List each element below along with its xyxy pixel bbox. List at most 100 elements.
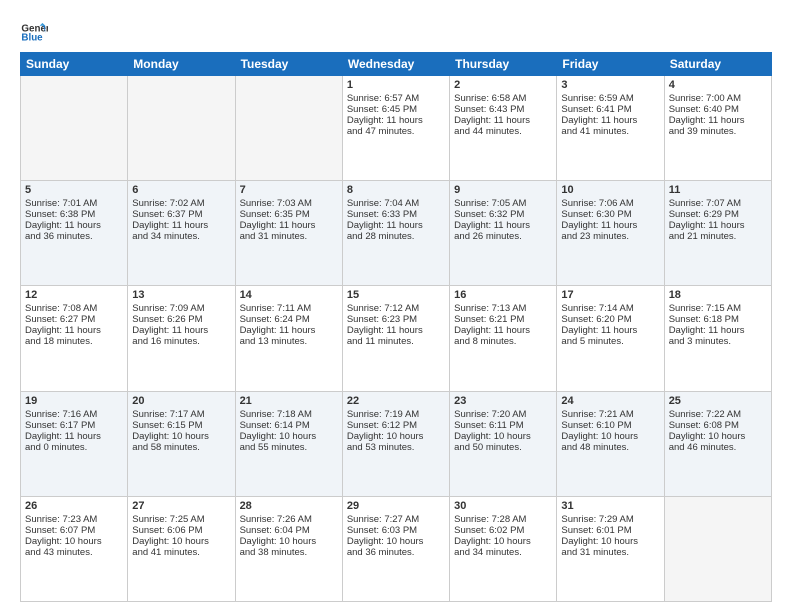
day-info-line: Daylight: 11 hours bbox=[669, 220, 767, 231]
day-header-wednesday: Wednesday bbox=[342, 53, 449, 76]
day-cell: 7Sunrise: 7:03 AMSunset: 6:35 PMDaylight… bbox=[235, 181, 342, 286]
day-number: 21 bbox=[240, 395, 338, 407]
day-info-line: Daylight: 10 hours bbox=[240, 431, 338, 442]
day-info-line: Sunrise: 7:14 AM bbox=[561, 303, 659, 314]
day-cell: 24Sunrise: 7:21 AMSunset: 6:10 PMDayligh… bbox=[557, 391, 664, 496]
logo: General Blue bbox=[20, 16, 48, 44]
day-header-friday: Friday bbox=[557, 53, 664, 76]
day-info-line: Sunrise: 7:26 AM bbox=[240, 514, 338, 525]
day-cell: 13Sunrise: 7:09 AMSunset: 6:26 PMDayligh… bbox=[128, 286, 235, 391]
day-info-line: Daylight: 10 hours bbox=[669, 431, 767, 442]
day-info-line: Sunset: 6:02 PM bbox=[454, 525, 552, 536]
day-info-line: Sunset: 6:20 PM bbox=[561, 314, 659, 325]
day-info-line: Sunrise: 7:07 AM bbox=[669, 198, 767, 209]
day-info-line: Sunset: 6:06 PM bbox=[132, 525, 230, 536]
day-info-line: Sunrise: 7:29 AM bbox=[561, 514, 659, 525]
day-number: 8 bbox=[347, 184, 445, 196]
day-info-line: and 36 minutes. bbox=[25, 231, 123, 242]
day-info-line: Sunset: 6:32 PM bbox=[454, 209, 552, 220]
day-number: 29 bbox=[347, 500, 445, 512]
day-info-line: and 21 minutes. bbox=[669, 231, 767, 242]
day-info-line: and 44 minutes. bbox=[454, 126, 552, 137]
day-cell: 20Sunrise: 7:17 AMSunset: 6:15 PMDayligh… bbox=[128, 391, 235, 496]
day-number: 1 bbox=[347, 79, 445, 91]
day-number: 2 bbox=[454, 79, 552, 91]
day-info-line: Sunrise: 7:23 AM bbox=[25, 514, 123, 525]
day-number: 9 bbox=[454, 184, 552, 196]
day-info-line: Sunrise: 7:04 AM bbox=[347, 198, 445, 209]
day-info-line: Sunrise: 7:19 AM bbox=[347, 409, 445, 420]
day-info-line: Daylight: 10 hours bbox=[132, 536, 230, 547]
day-info-line: and 48 minutes. bbox=[561, 442, 659, 453]
day-cell: 4Sunrise: 7:00 AMSunset: 6:40 PMDaylight… bbox=[664, 76, 771, 181]
day-info-line: Sunrise: 7:08 AM bbox=[25, 303, 123, 314]
day-info-line: Daylight: 11 hours bbox=[347, 325, 445, 336]
day-header-monday: Monday bbox=[128, 53, 235, 76]
day-info-line: Daylight: 11 hours bbox=[669, 325, 767, 336]
day-cell: 12Sunrise: 7:08 AMSunset: 6:27 PMDayligh… bbox=[21, 286, 128, 391]
day-info-line: Sunset: 6:41 PM bbox=[561, 104, 659, 115]
day-info-line: Sunrise: 7:13 AM bbox=[454, 303, 552, 314]
day-cell: 27 Sunrise: 7:25 AMSunset: 6:06 PMDayligh… bbox=[128, 496, 235, 601]
day-info-line: Daylight: 10 hours bbox=[561, 536, 659, 547]
day-cell: 31Sunrise: 7:29 AMSunset: 6:01 PMDayligh… bbox=[557, 496, 664, 601]
day-number: 14 bbox=[240, 289, 338, 301]
day-info-line: and 18 minutes. bbox=[25, 336, 123, 347]
day-info-line: Sunrise: 7:18 AM bbox=[240, 409, 338, 420]
day-info-line: and 34 minutes. bbox=[132, 231, 230, 242]
day-number: 4 bbox=[669, 79, 767, 91]
day-info-line: Daylight: 11 hours bbox=[561, 220, 659, 231]
day-info-line: and 46 minutes. bbox=[669, 442, 767, 453]
day-info-line: Sunset: 6:04 PM bbox=[240, 525, 338, 536]
day-info-line: Sunrise: 7:27 AM bbox=[347, 514, 445, 525]
day-info-line: Sunset: 6:23 PM bbox=[347, 314, 445, 325]
day-info-line: Daylight: 10 hours bbox=[454, 431, 552, 442]
day-cell: 28 Sunrise: 7:26 AMSunset: 6:04 PMDayligh… bbox=[235, 496, 342, 601]
day-info-line: and 16 minutes. bbox=[132, 336, 230, 347]
day-cell: 11Sunrise: 7:07 AMSunset: 6:29 PMDayligh… bbox=[664, 181, 771, 286]
day-number: 28 bbox=[240, 500, 338, 512]
day-number: 27 bbox=[132, 500, 230, 512]
day-info-line: and 50 minutes. bbox=[454, 442, 552, 453]
day-info-line: Sunset: 6:26 PM bbox=[132, 314, 230, 325]
day-header-sunday: Sunday bbox=[21, 53, 128, 76]
day-info-line: Sunrise: 7:11 AM bbox=[240, 303, 338, 314]
day-info-line: and 34 minutes. bbox=[454, 547, 552, 558]
day-info-line: Sunrise: 7:21 AM bbox=[561, 409, 659, 420]
day-info-line: Sunset: 6:21 PM bbox=[454, 314, 552, 325]
day-header-tuesday: Tuesday bbox=[235, 53, 342, 76]
day-info-line: Sunset: 6:35 PM bbox=[240, 209, 338, 220]
day-info-line: and 0 minutes. bbox=[25, 442, 123, 453]
day-cell: 5Sunrise: 7:01 AMSunset: 6:38 PMDaylight… bbox=[21, 181, 128, 286]
day-info-line: and 26 minutes. bbox=[454, 231, 552, 242]
day-cell bbox=[21, 76, 128, 181]
day-number: 16 bbox=[454, 289, 552, 301]
day-info-line: Sunset: 6:38 PM bbox=[25, 209, 123, 220]
day-cell bbox=[235, 76, 342, 181]
day-info-line: Daylight: 10 hours bbox=[347, 431, 445, 442]
day-cell: 8Sunrise: 7:04 AMSunset: 6:33 PMDaylight… bbox=[342, 181, 449, 286]
day-info-line: Sunrise: 7:28 AM bbox=[454, 514, 552, 525]
day-number: 24 bbox=[561, 395, 659, 407]
day-cell: 19Sunrise: 7:16 AMSunset: 6:17 PMDayligh… bbox=[21, 391, 128, 496]
day-info-line: Daylight: 11 hours bbox=[454, 220, 552, 231]
day-info-line: Sunrise: 7:16 AM bbox=[25, 409, 123, 420]
day-info-line: Daylight: 10 hours bbox=[132, 431, 230, 442]
day-info-line: Sunrise: 7:09 AM bbox=[132, 303, 230, 314]
day-info-line: Sunset: 6:30 PM bbox=[561, 209, 659, 220]
day-info-line: Sunrise: 7:05 AM bbox=[454, 198, 552, 209]
day-info-line: and 5 minutes. bbox=[561, 336, 659, 347]
day-cell: 26Sunrise: 7:23 AMSunset: 6:07 PMDayligh… bbox=[21, 496, 128, 601]
day-info-line: Daylight: 10 hours bbox=[240, 536, 338, 547]
week-row-1: 1Sunrise: 6:57 AMSunset: 6:45 PMDaylight… bbox=[21, 76, 772, 181]
day-info-line: Sunrise: 7:25 AM bbox=[132, 514, 230, 525]
day-info-line: and 8 minutes. bbox=[454, 336, 552, 347]
day-number: 12 bbox=[25, 289, 123, 301]
day-info-line: Daylight: 11 hours bbox=[132, 325, 230, 336]
day-info-line: Sunrise: 7:20 AM bbox=[454, 409, 552, 420]
header: General Blue bbox=[20, 16, 772, 44]
day-info-line: Daylight: 11 hours bbox=[454, 115, 552, 126]
day-info-line: Sunset: 6:18 PM bbox=[669, 314, 767, 325]
day-info-line: Daylight: 10 hours bbox=[347, 536, 445, 547]
day-info-line: and 47 minutes. bbox=[347, 126, 445, 137]
